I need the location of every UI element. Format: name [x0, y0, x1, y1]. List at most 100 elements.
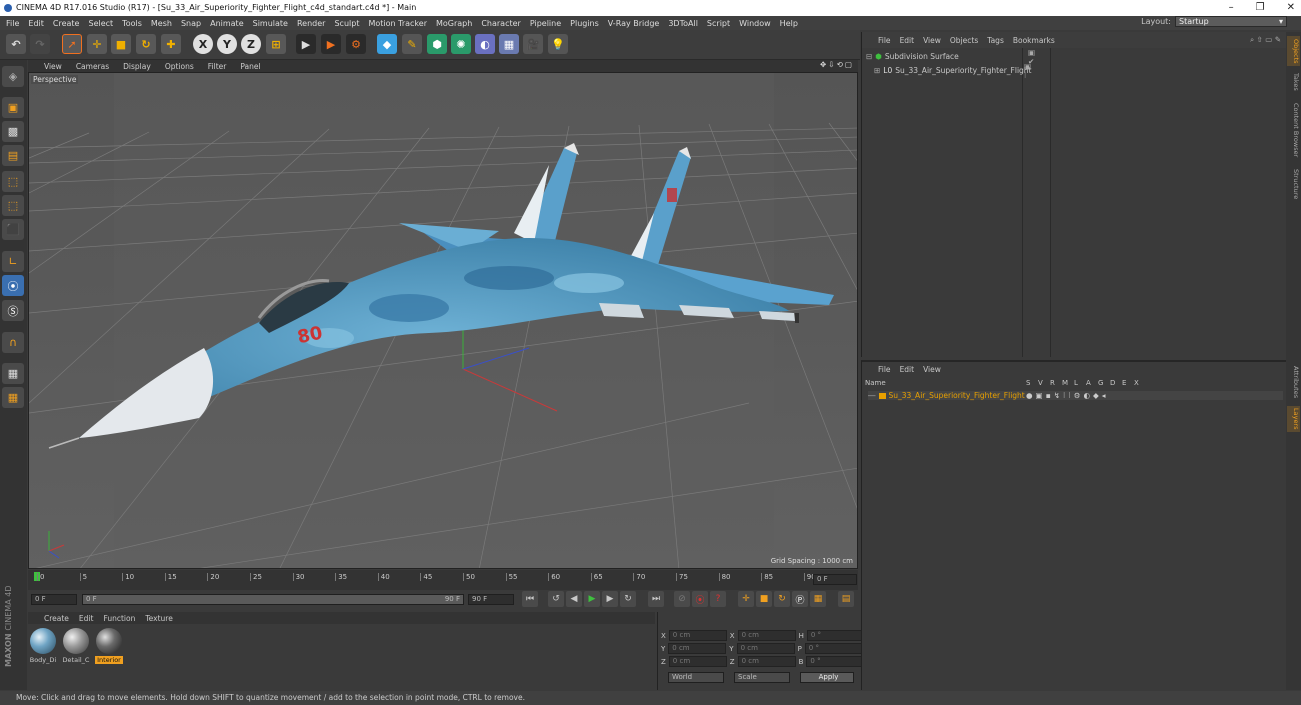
- move-tool-icon[interactable]: ✛: [87, 34, 107, 54]
- mograph-cloner-icon[interactable]: ✺: [451, 34, 471, 54]
- y-axis-lock-icon[interactable]: Y: [217, 34, 237, 54]
- material-menu-edit[interactable]: Edit: [79, 614, 94, 623]
- menu-script[interactable]: Script: [707, 19, 730, 28]
- material-swatch[interactable]: Body_Di: [29, 628, 57, 664]
- menu-tools[interactable]: Tools: [122, 19, 142, 28]
- snap-icon[interactable]: Ⓢ: [2, 300, 24, 321]
- undo-icon[interactable]: ↶: [6, 34, 26, 54]
- rotation-p-field[interactable]: 0 °: [804, 643, 863, 654]
- go-to-end-icon[interactable]: ⏭: [648, 591, 664, 607]
- tab-attributes[interactable]: Attributes: [1287, 362, 1300, 402]
- viewport-navigation-icons[interactable]: ✥⇩⟲▢: [820, 60, 854, 69]
- go-to-start-icon[interactable]: ⏮: [522, 591, 538, 607]
- menu-file[interactable]: File: [6, 19, 19, 28]
- rotation-b-field[interactable]: 0 °: [806, 656, 865, 667]
- keyframe-selection-icon[interactable]: ?: [710, 591, 726, 607]
- objects-menu-bookmarks[interactable]: Bookmarks: [1013, 36, 1055, 45]
- layer-row[interactable]: ― Su_33_Air_Superiority_Fighter_Flight ●…: [868, 391, 1283, 400]
- objects-menu-view[interactable]: View: [923, 36, 941, 45]
- start-frame-field[interactable]: 0 F: [31, 594, 77, 605]
- transform-tool-icon[interactable]: ✚: [161, 34, 181, 54]
- world-object-select[interactable]: World: [668, 672, 724, 683]
- objects-menu-tags[interactable]: Tags: [987, 36, 1004, 45]
- workplane-mode-icon[interactable]: ▤: [2, 145, 24, 166]
- restore-icon[interactable]: ❐: [1256, 0, 1265, 16]
- position-z-field[interactable]: 0 cm: [668, 656, 727, 667]
- menu-help[interactable]: Help: [780, 19, 798, 28]
- key-pla-icon[interactable]: ▦: [810, 591, 826, 607]
- rotate-tool-icon[interactable]: ↻: [136, 34, 156, 54]
- position-x-field[interactable]: 0 cm: [668, 630, 727, 641]
- tab-takes[interactable]: Takes: [1287, 70, 1300, 94]
- object-row-subdivision-surface[interactable]: ⊟ ⬢ Subdivision Surface ▣ ✔: [866, 48, 1035, 66]
- layer-flag-icons[interactable]: ●▣▪↯⁝⁝⚙◐◆◂: [1026, 391, 1109, 400]
- size-y-field[interactable]: 0 cm: [736, 643, 795, 654]
- apply-button[interactable]: Apply: [800, 672, 854, 683]
- rotation-h-field[interactable]: 0 °: [806, 630, 865, 641]
- render-picture-viewer-icon[interactable]: ▶: [321, 34, 341, 54]
- edges-mode-icon[interactable]: ⬚: [2, 195, 24, 216]
- menu-sculpt[interactable]: Sculpt: [334, 19, 359, 28]
- menu-window[interactable]: Window: [739, 19, 771, 28]
- key-position-icon[interactable]: ✛: [738, 591, 754, 607]
- size-scale-select[interactable]: Scale: [734, 672, 790, 683]
- tab-structure[interactable]: Structure: [1287, 166, 1300, 202]
- timeline-ruler[interactable]: 0 5 10 15 20 25 30 35 40 45 50 55 60 65 …: [28, 570, 858, 590]
- play-icon[interactable]: ▶: [584, 591, 600, 607]
- magnet-icon[interactable]: ∩: [2, 332, 24, 353]
- tweak-mode-icon[interactable]: ⦿: [2, 275, 24, 296]
- menu-select[interactable]: Select: [88, 19, 113, 28]
- material-swatch[interactable]: Detail_C: [62, 628, 90, 664]
- tab-layers[interactable]: Layers: [1287, 406, 1300, 432]
- objects-menu-file[interactable]: File: [878, 36, 891, 45]
- menu-simulate[interactable]: Simulate: [253, 19, 288, 28]
- light-bulb-icon[interactable]: 💡: [548, 34, 568, 54]
- model-mode-icon[interactable]: ▣: [2, 97, 24, 118]
- menu-plugins[interactable]: Plugins: [570, 19, 599, 28]
- select-arrow-icon[interactable]: ➚: [62, 34, 82, 54]
- record-keys-icon[interactable]: ⊘: [674, 591, 690, 607]
- object-row-su33[interactable]: ⊞ L0 Su_33_Air_Superiority_Fighter_Fligh…: [874, 62, 1032, 80]
- key-scale-icon[interactable]: ■: [756, 591, 772, 607]
- menu-pipeline[interactable]: Pipeline: [530, 19, 561, 28]
- perspective-viewport[interactable]: 80 Perspective Grid Spacing : 1000 cm: [28, 72, 858, 569]
- previous-frame-icon[interactable]: ◀: [566, 591, 582, 607]
- previous-key-icon[interactable]: ↺: [548, 591, 564, 607]
- menu-character[interactable]: Character: [481, 19, 521, 28]
- layer-color-swatch[interactable]: [878, 392, 886, 399]
- viewport-menu-cameras[interactable]: Cameras: [76, 62, 109, 71]
- menu-create[interactable]: Create: [53, 19, 80, 28]
- autokey-icon[interactable]: ⦿: [692, 591, 708, 607]
- layers-menu-edit[interactable]: Edit: [900, 365, 915, 374]
- tab-objects[interactable]: Objects: [1287, 36, 1300, 66]
- render-view-icon[interactable]: ▶: [296, 34, 316, 54]
- tree-expand-icon[interactable]: ⊞: [874, 66, 880, 75]
- x-axis-lock-icon[interactable]: X: [193, 34, 213, 54]
- menu-mograph[interactable]: MoGraph: [436, 19, 472, 28]
- menu-motion-tracker[interactable]: Motion Tracker: [368, 19, 427, 28]
- objects-menu-objects[interactable]: Objects: [950, 36, 978, 45]
- planar-workplane-icon[interactable]: ▦: [2, 387, 24, 408]
- camera-icon[interactable]: 🎥: [523, 34, 543, 54]
- timeline-window-icon[interactable]: ▤: [838, 591, 854, 607]
- z-axis-lock-icon[interactable]: Z: [241, 34, 261, 54]
- size-z-field[interactable]: 0 cm: [737, 656, 796, 667]
- menu-mesh[interactable]: Mesh: [151, 19, 172, 28]
- search-icon[interactable]: ⌕ ⇧ ▭ ✎: [1250, 35, 1281, 45]
- minimize-icon[interactable]: –: [1229, 0, 1234, 16]
- viewport-menu-options[interactable]: Options: [165, 62, 194, 71]
- material-swatch-selected[interactable]: Interior: [95, 628, 123, 664]
- workplane-lock-icon[interactable]: ▦: [2, 363, 24, 384]
- material-menu-function[interactable]: Function: [103, 614, 135, 623]
- subdivision-surface-icon[interactable]: ⬢: [427, 34, 447, 54]
- end-frame-field[interactable]: 90 F: [468, 594, 514, 605]
- make-editable-icon[interactable]: ◈: [2, 66, 24, 87]
- key-parameter-icon[interactable]: Ⓟ: [792, 591, 808, 607]
- menu-vray-bridge[interactable]: V-Ray Bridge: [608, 19, 660, 28]
- floor-scene-icon[interactable]: ▦: [499, 34, 519, 54]
- material-menu-texture[interactable]: Texture: [145, 614, 172, 623]
- points-mode-icon[interactable]: ⬚: [2, 171, 24, 192]
- menu-render[interactable]: Render: [297, 19, 325, 28]
- menu-snap[interactable]: Snap: [181, 19, 201, 28]
- cube-primitive-icon[interactable]: ◆: [377, 34, 397, 54]
